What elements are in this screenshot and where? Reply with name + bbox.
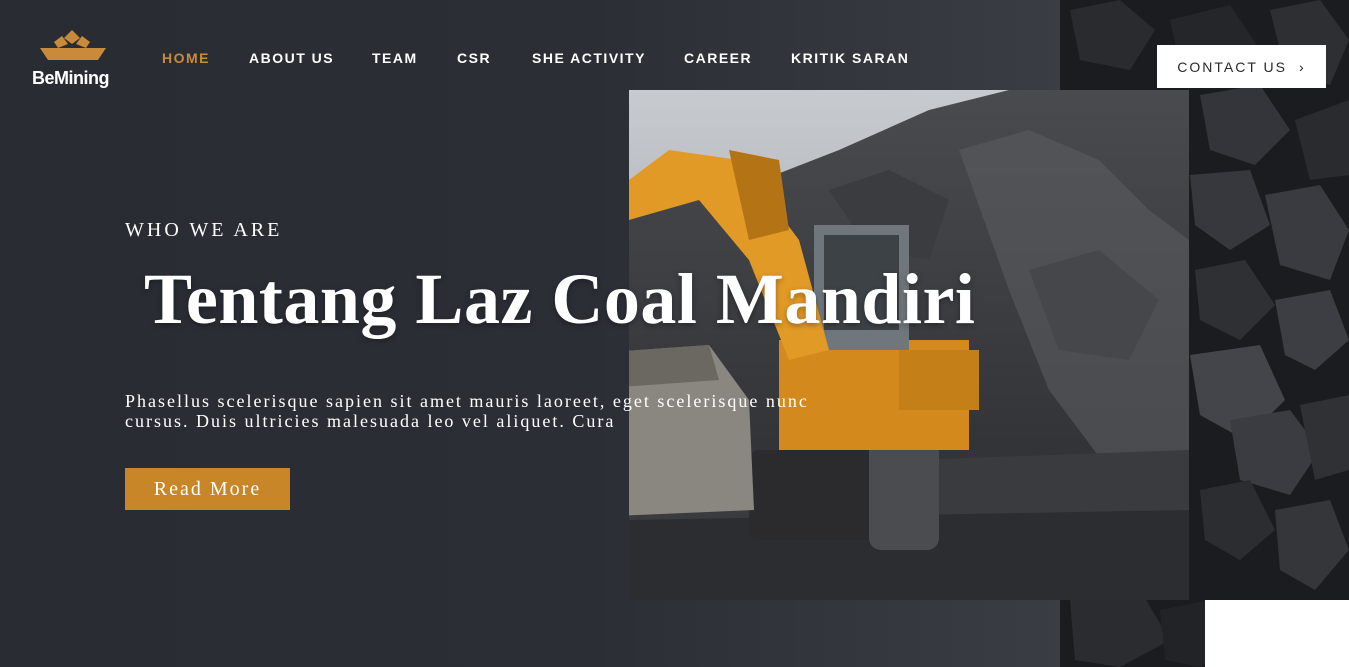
read-more-button[interactable]: Read More [125,468,290,510]
nav-item-kritik-saran[interactable]: KRITIK SARAN [791,50,909,66]
hero-title: Tentang Laz Coal Mandiri [144,259,976,339]
nav-item-team[interactable]: TEAM [372,50,418,66]
nav-item-about-us[interactable]: ABOUT US [249,50,334,66]
contact-us-button[interactable]: CONTACT US › [1157,45,1326,88]
nav-item-home[interactable]: HOME [162,50,210,66]
excavator-image [629,90,1189,600]
logo-text: BeMining [32,68,110,88]
nav-item-csr[interactable]: CSR [457,50,491,66]
hero-image [629,90,1189,600]
white-corner-block [1205,600,1349,667]
hero-description: Phasellus scelerisque sapien sit amet ma… [125,391,809,431]
chevron-right-icon: › [1299,58,1306,75]
logo[interactable]: BeMining [32,30,114,94]
contact-us-label: CONTACT US [1177,58,1288,75]
logo-icon [40,30,106,60]
nav-item-she-activity[interactable]: SHE ACTIVITY [532,50,646,66]
hero-kicker: WHO WE ARE [125,219,283,241]
nav-item-career[interactable]: CAREER [684,50,752,66]
